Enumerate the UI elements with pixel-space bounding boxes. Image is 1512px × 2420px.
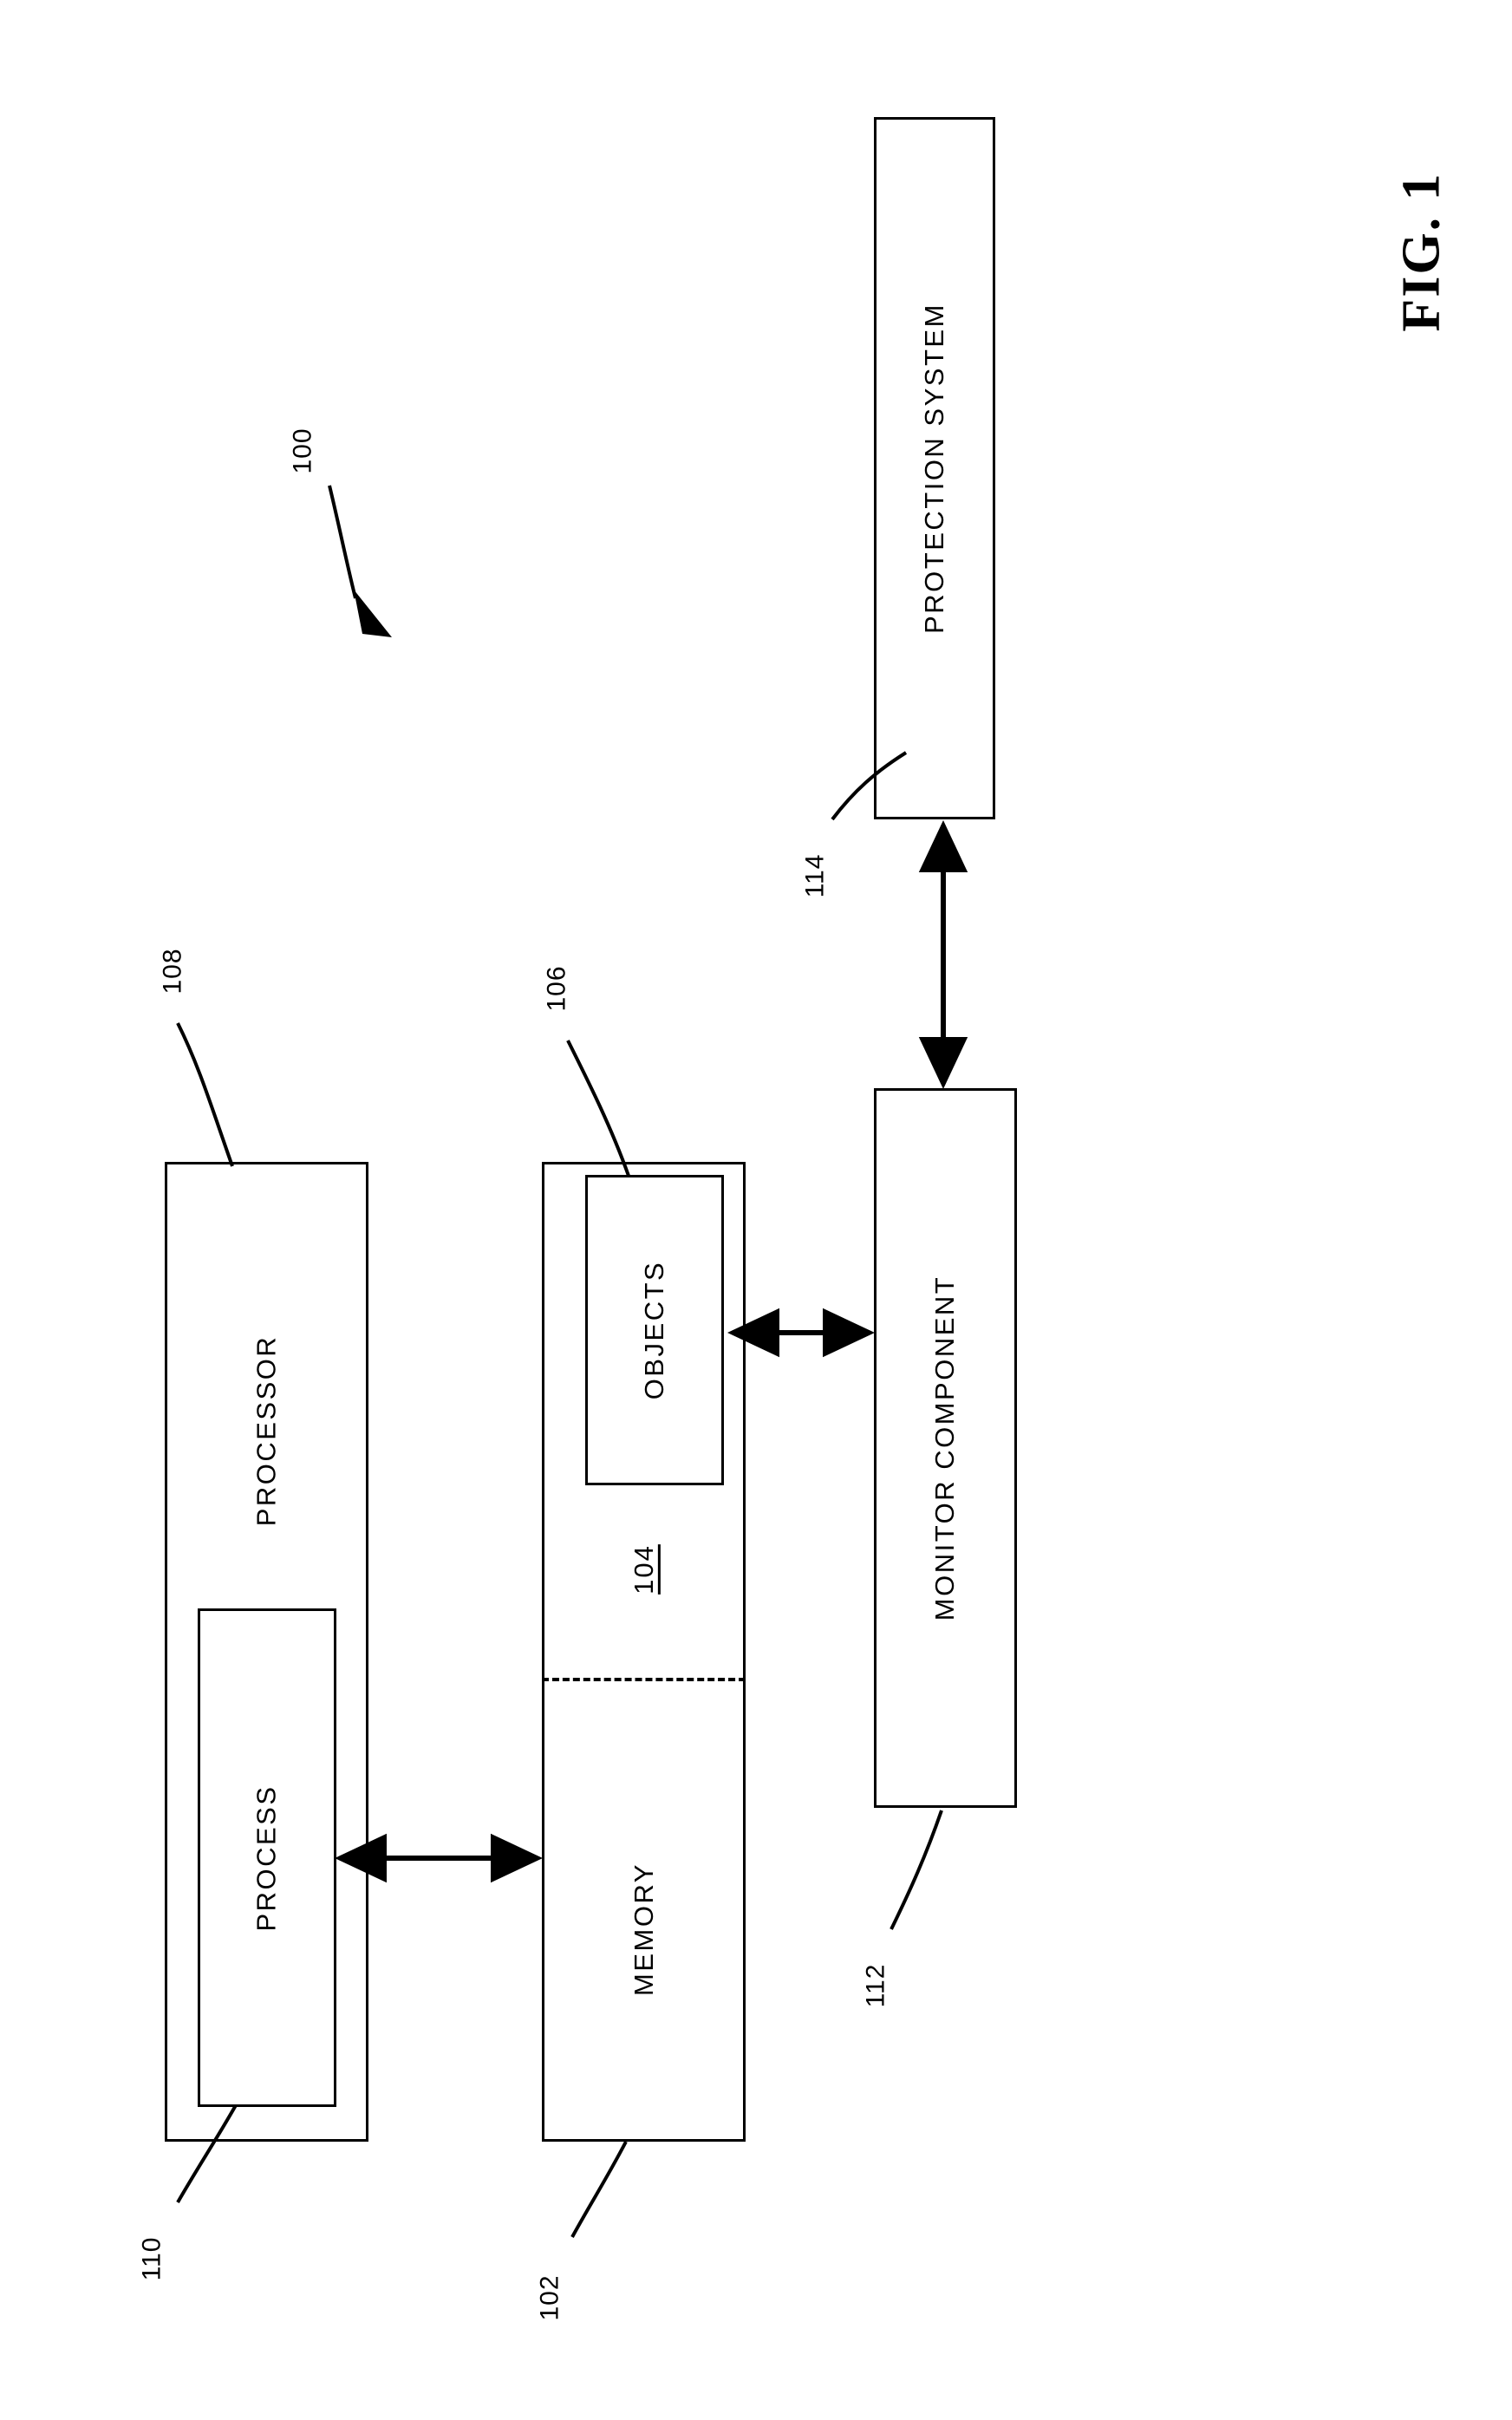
block-process-label-wrap: PROCESS bbox=[198, 1608, 336, 2107]
reference-112: 112 bbox=[824, 1934, 928, 2038]
memory-section-104-label: 104 bbox=[628, 1544, 659, 1595]
leader-102 bbox=[570, 2141, 628, 2238]
block-objects-label: OBJECTS bbox=[639, 1260, 669, 1400]
memory-divider bbox=[542, 1678, 746, 1681]
block-process-label: PROCESS bbox=[251, 1784, 283, 1932]
reference-112-text: 112 bbox=[860, 1963, 890, 2008]
memory-section-104-wrap: 104 bbox=[542, 1509, 746, 1630]
block-protection-system-label-wrap: PROTECTION SYSTEM bbox=[874, 117, 995, 819]
leader-106 bbox=[566, 1040, 630, 1177]
reference-108: 108 bbox=[121, 919, 225, 1023]
leader-100-arrowhead bbox=[354, 590, 392, 637]
system-reference-100-text: 100 bbox=[289, 427, 317, 474]
reference-106: 106 bbox=[505, 936, 609, 1040]
system-reference-100: 100 bbox=[251, 399, 355, 503]
block-protection-system-label: PROTECTION SYSTEM bbox=[919, 303, 949, 634]
figure-title-text: FIG. 1 bbox=[1391, 171, 1451, 332]
reference-106-text: 106 bbox=[543, 965, 571, 1012]
block-objects-label-wrap: OBJECTS bbox=[585, 1175, 724, 1485]
leader-112 bbox=[890, 1810, 943, 1930]
figure-title: FIG. 1 bbox=[1335, 95, 1509, 408]
leader-108 bbox=[176, 1022, 234, 1167]
reference-110: 110 bbox=[100, 2207, 204, 2311]
figure-page: FIG. 1 100 PROCESSOR PROCESS MEMORY 104 … bbox=[0, 0, 1512, 2420]
reference-108-text: 108 bbox=[159, 948, 187, 995]
reference-114: 114 bbox=[763, 824, 867, 928]
reference-102-text: 102 bbox=[536, 2274, 564, 2321]
block-monitor-component-label-wrap: MONITOR COMPONENT bbox=[874, 1088, 1017, 1808]
block-processor-label: PROCESSOR bbox=[251, 1334, 282, 1527]
reference-110-text: 110 bbox=[136, 2236, 166, 2281]
block-memory-label: MEMORY bbox=[628, 1862, 659, 1996]
block-memory-label-wrap: MEMORY bbox=[542, 1721, 746, 2137]
block-monitor-component-label: MONITOR COMPONENT bbox=[929, 1275, 961, 1621]
reference-114-text: 114 bbox=[799, 853, 829, 898]
reference-102: 102 bbox=[499, 2246, 603, 2350]
